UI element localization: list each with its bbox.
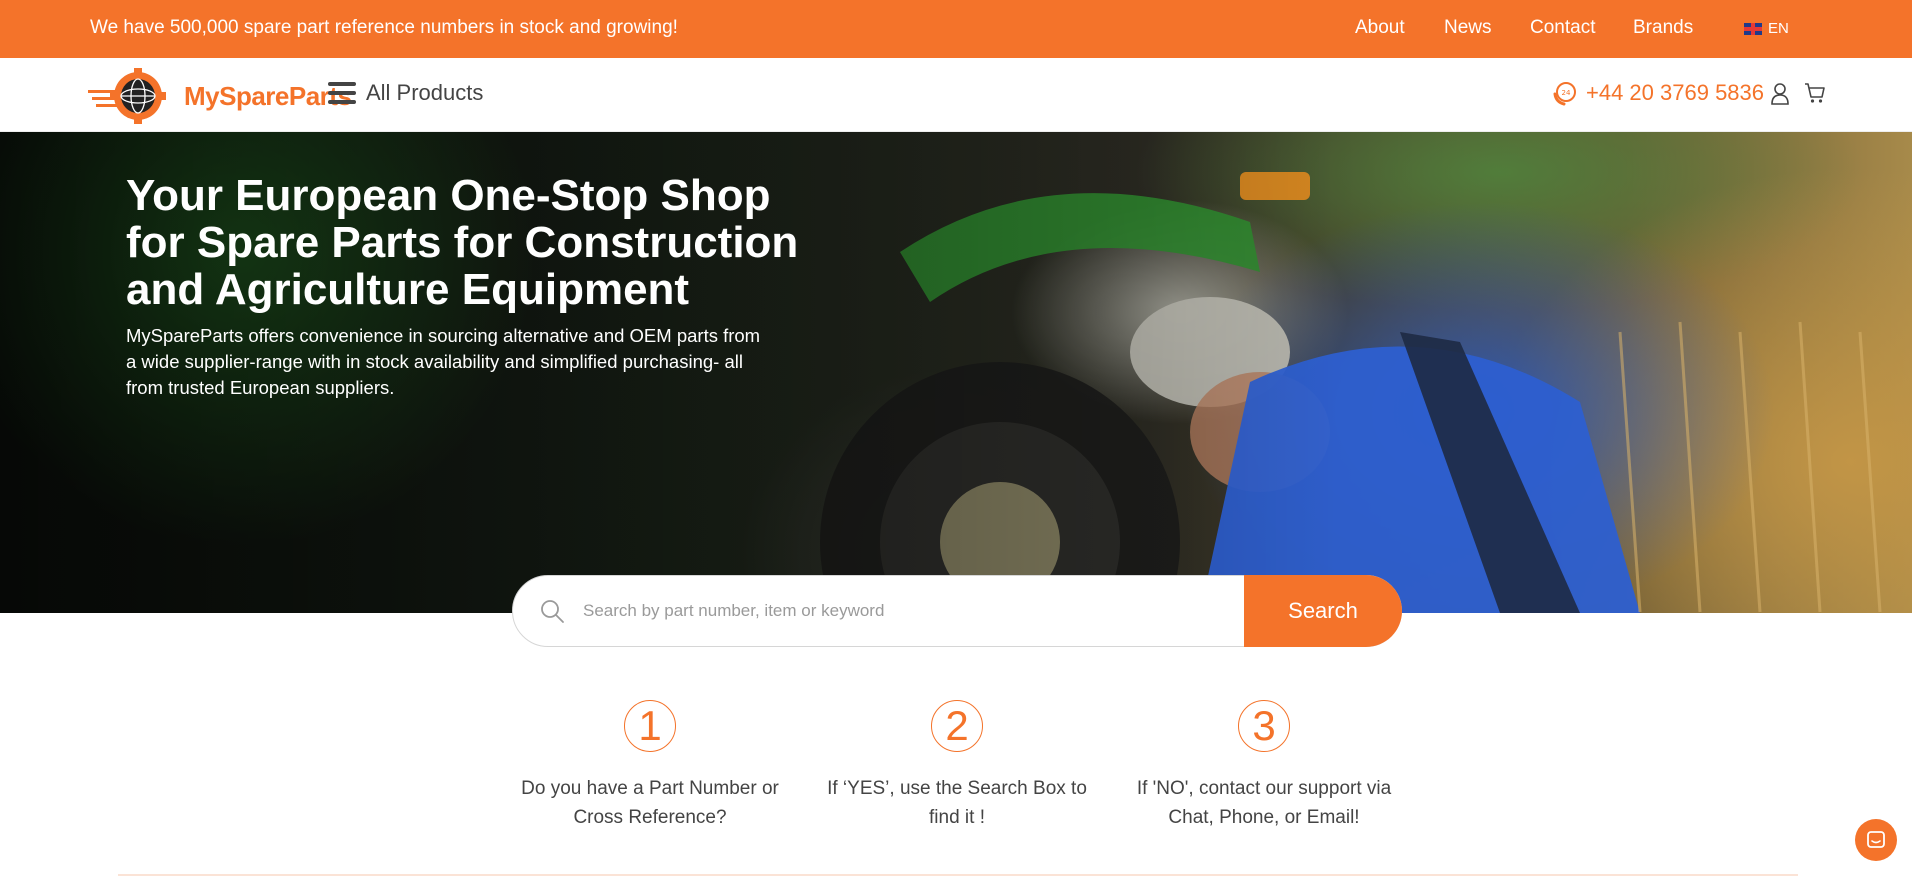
phone-number: +44 20 3769 5836 [1586,80,1765,105]
nav-link-about[interactable]: About [1355,17,1405,39]
hero-text-block: Your European One-Stop Shop for Spare Pa… [126,172,806,401]
step-2: 2 If ‘YES’, use the Search Box to find i… [827,700,1087,832]
site-logo[interactable]: MySpareParts [88,66,352,126]
hero-title: Your European One-Stop Shop for Spare Pa… [126,171,799,314]
user-account-icon[interactable] [1770,82,1790,106]
phone-24h-icon: 24 [1553,82,1576,106]
step-text: If 'NO', contact our support via Chat, P… [1136,778,1392,828]
search-input[interactable] [583,601,1244,621]
section-divider [118,874,1798,876]
nav-link-brands[interactable]: Brands [1633,17,1693,39]
nav-link-news[interactable]: News [1444,17,1492,39]
search-icon [541,600,564,623]
step-text: Do you have a Part Number or Cross Refer… [521,778,779,828]
all-products-label: All Products [366,80,484,105]
gear-globe-logo-icon [88,68,166,124]
logo-text: MySpareParts [184,80,352,111]
live-chat-button[interactable] [1855,819,1897,861]
shopping-cart-icon[interactable] [1804,82,1826,104]
hero-subtitle: MySpareParts offers convenience in sourc… [126,325,761,398]
chat-bubble-icon [1867,831,1885,848]
uk-flag-icon [1744,22,1762,35]
step-number: 2 [931,700,983,752]
step-1: 1 Do you have a Part Number or Cross Ref… [520,700,780,832]
svg-text:24: 24 [1562,89,1571,97]
part-search-bar: Search [512,575,1402,647]
step-number: 1 [624,700,676,752]
search-button[interactable]: Search [1244,575,1402,647]
step-3: 3 If 'NO', contact our support via Chat,… [1134,700,1394,832]
language-code: EN [1768,20,1789,37]
phone-contact[interactable]: 24 +44 20 3769 5836 [1552,80,1764,106]
step-text: If ‘YES’, use the Search Box to find it … [827,778,1087,828]
main-header: MySpareParts All Products 24 +44 20 3769… [0,58,1912,132]
step-number: 3 [1238,700,1290,752]
language-selector[interactable]: EN [1744,20,1789,37]
hero-banner: Your European One-Stop Shop for Spare Pa… [0,132,1912,613]
top-announcement-bar: We have 500,000 spare part reference num… [0,0,1912,58]
nav-link-contact[interactable]: Contact [1530,17,1595,39]
promo-text: We have 500,000 spare part reference num… [90,17,678,38]
all-products-menu-button[interactable]: All Products [328,80,483,106]
hamburger-menu-icon [328,82,356,104]
